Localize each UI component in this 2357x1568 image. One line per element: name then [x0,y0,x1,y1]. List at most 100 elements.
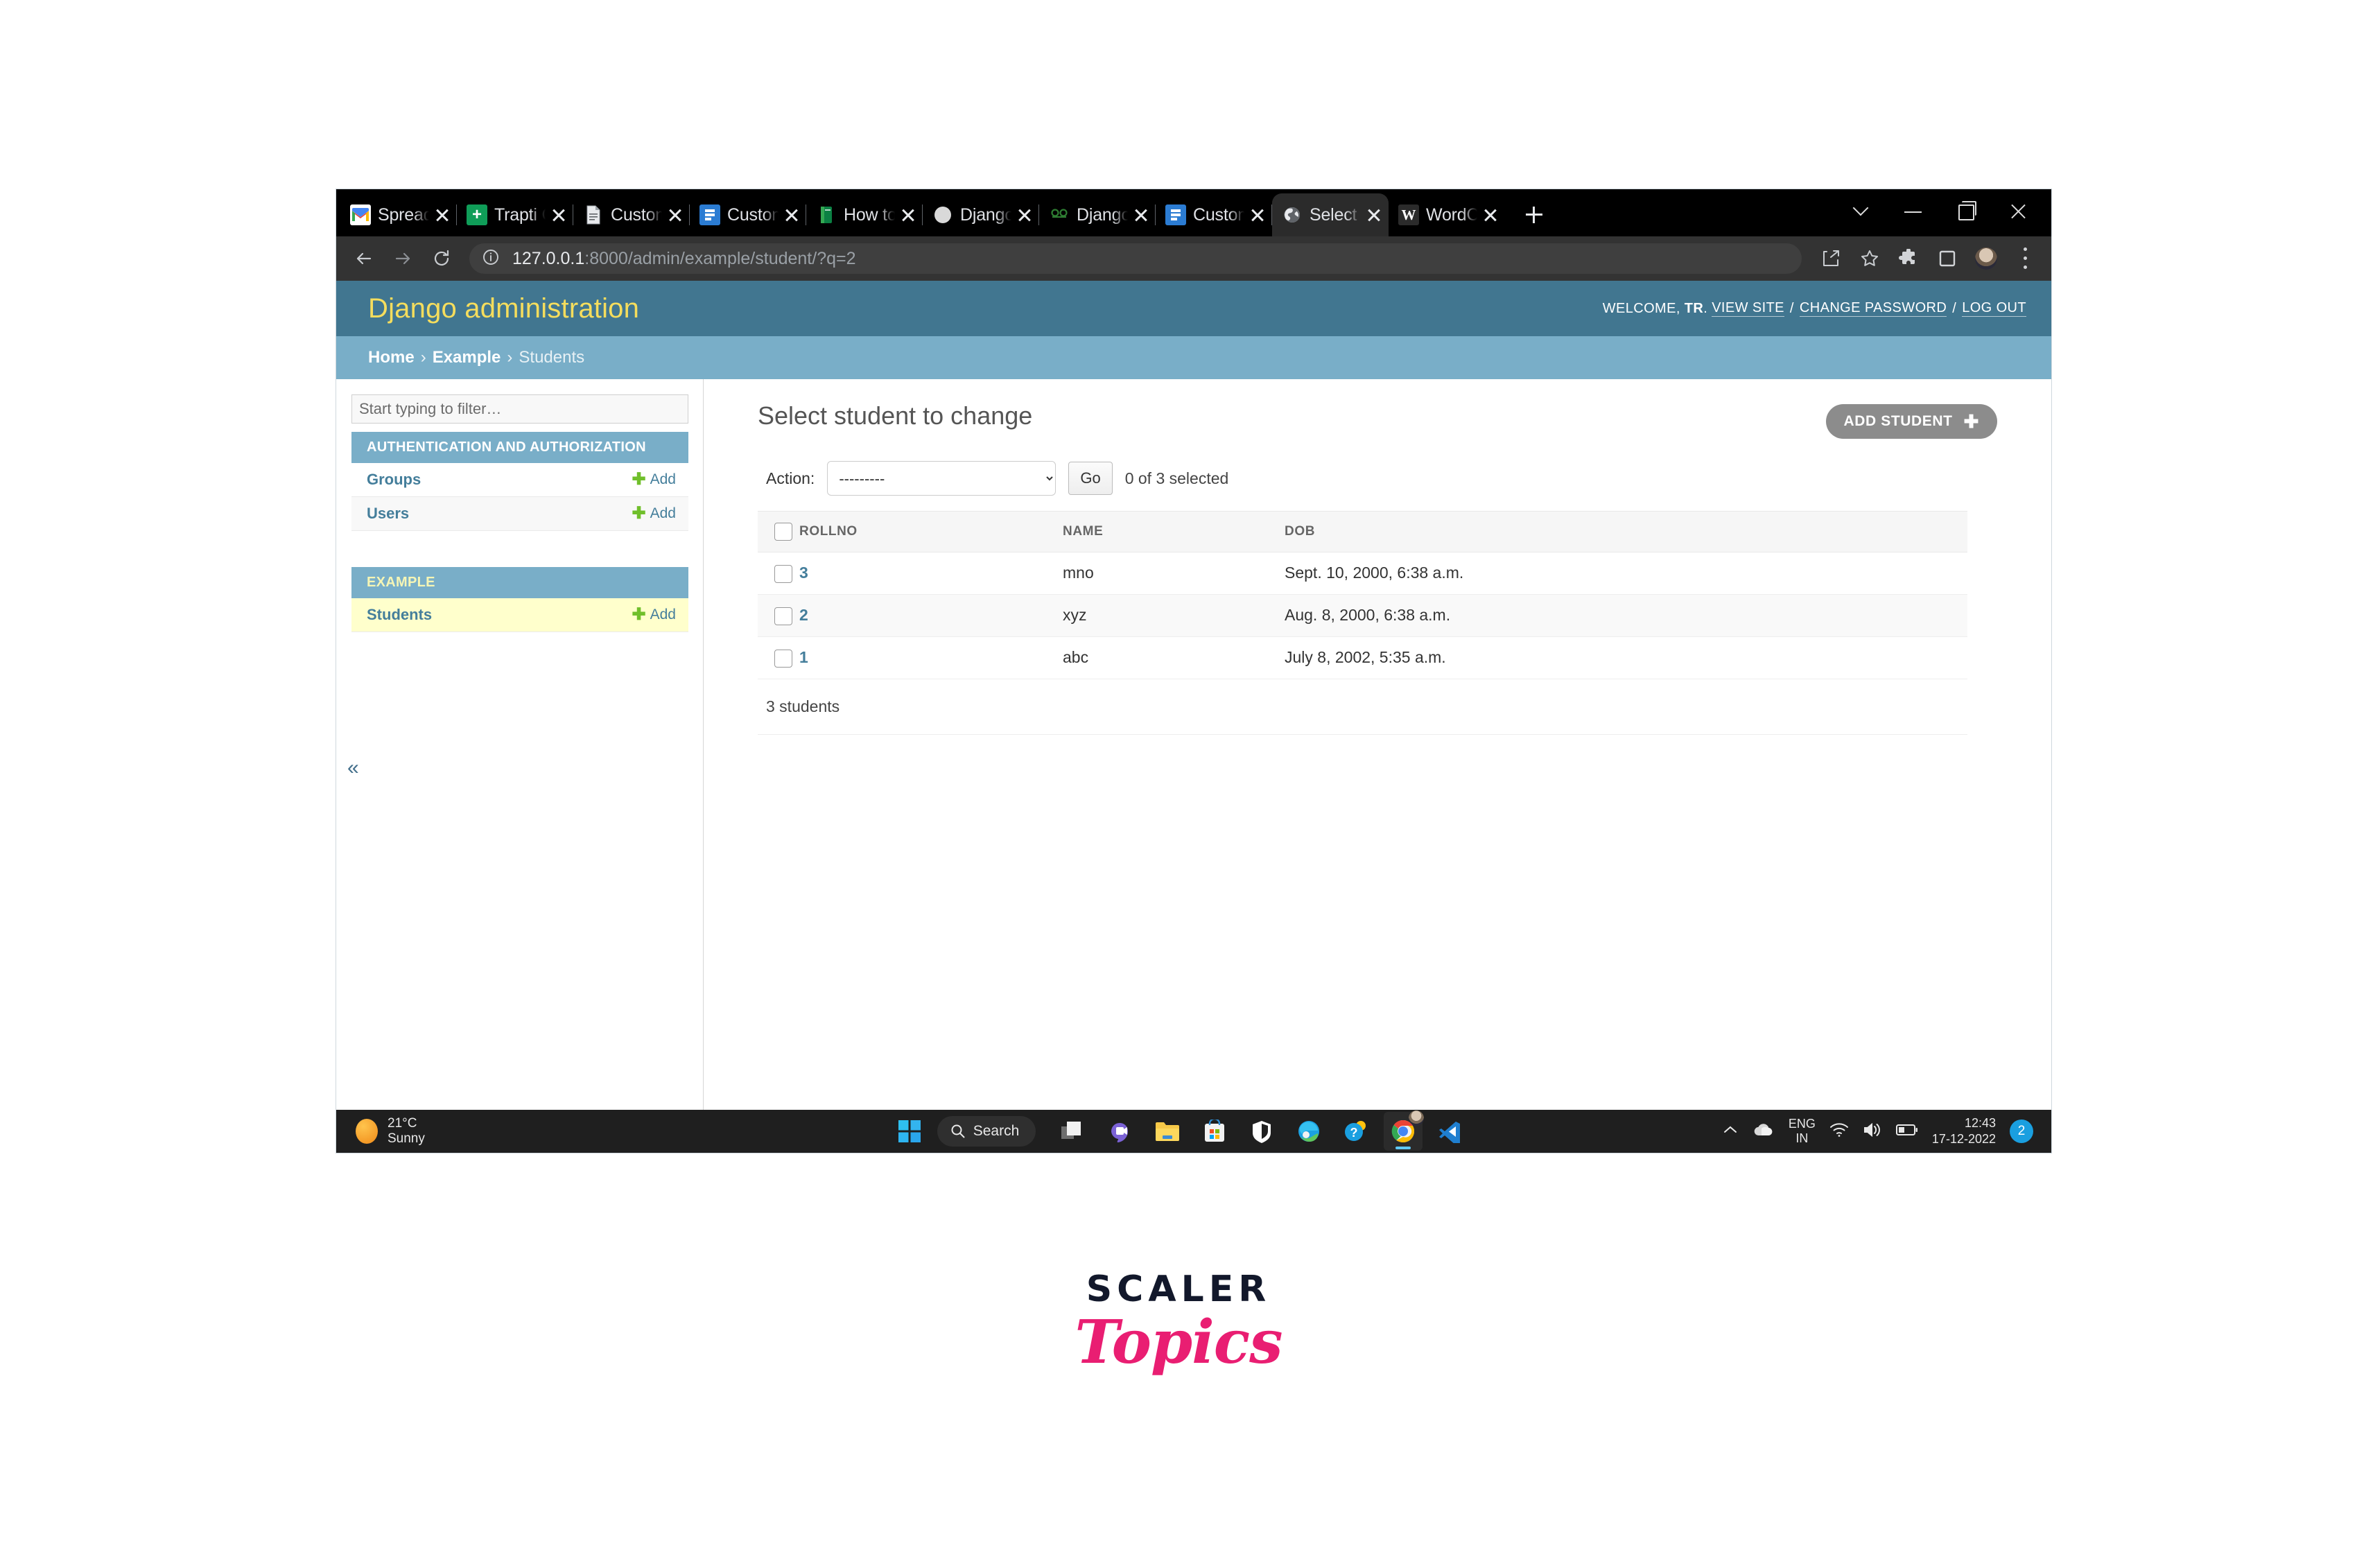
select-all-checkbox[interactable] [774,523,792,541]
change-password-link[interactable]: CHANGE PASSWORD [1799,300,1947,317]
tab-search-chevron-icon[interactable] [1834,191,1886,232]
forward-arrow-icon[interactable] [383,239,422,278]
row-checkbox[interactable] [774,564,792,583]
share-icon[interactable] [1813,241,1849,277]
column-header-name[interactable]: NAME [1063,511,1285,552]
browser-tab[interactable]: Custom [690,193,806,236]
site-branding[interactable]: Django administration [368,293,639,324]
column-header-rollno[interactable]: ROLLNO [799,511,1063,552]
add-student-button[interactable]: ADD STUDENT ✚ [1825,404,1997,439]
table-row[interactable]: 3 mno Sept. 10, 2000, 6:38 a.m. [758,552,1967,595]
browser-tab[interactable]: Django [923,193,1039,236]
add-users-link[interactable]: ✚ Add [632,505,676,522]
close-icon[interactable] [1364,204,1384,225]
browser-tab[interactable]: Custom [573,193,690,236]
model-link-students[interactable]: Students [367,606,432,624]
back-arrow-icon[interactable] [345,239,383,278]
close-icon[interactable] [1131,204,1151,225]
tab-title: Spread [378,204,429,225]
notification-badge[interactable]: 2 [2010,1120,2033,1143]
model-link-users[interactable]: Users [367,505,409,523]
bookmark-star-icon[interactable] [1852,241,1888,277]
microsoft-store-icon[interactable] [1195,1112,1234,1151]
browser-tab[interactable]: Custom [1156,193,1272,236]
tray-overflow-icon[interactable] [1722,1124,1739,1140]
browser-tab[interactable]: Spread [340,193,457,236]
add-students-link[interactable]: ✚ Add [632,607,676,623]
browser-tab[interactable]: How to [806,193,923,236]
profile-avatar[interactable] [1968,241,2004,277]
close-icon[interactable] [1247,204,1268,225]
task-view-icon[interactable] [1054,1112,1093,1151]
chrome-menu-icon[interactable] [2007,241,2043,277]
go-button[interactable]: Go [1068,462,1113,495]
browser-tab-active[interactable]: Select s [1272,193,1389,236]
row-checkbox[interactable] [774,607,792,625]
add-groups-link[interactable]: ✚ Add [632,471,676,488]
close-icon[interactable] [665,204,686,225]
onedrive-icon[interactable] [1752,1123,1775,1140]
view-site-link[interactable]: VIEW SITE [1712,300,1784,317]
column-header-dob[interactable]: DOB [1285,511,1967,552]
row-link-rollno[interactable]: 3 [799,564,808,582]
row-select-cell [758,636,799,679]
minimize-icon[interactable] [1886,191,1939,232]
word-icon: W [1398,204,1419,225]
file-explorer-icon[interactable] [1148,1112,1187,1151]
battery-icon[interactable] [1895,1124,1918,1140]
window-close-icon[interactable] [1992,191,2044,232]
django-header: Django administration WELCOME, TR. VIEW … [336,281,2051,336]
bitwarden-icon[interactable] [1242,1112,1281,1151]
table-row[interactable]: 2 xyz Aug. 8, 2000, 6:38 a.m. [758,594,1967,637]
taskbar-search[interactable]: Search [937,1116,1036,1147]
close-icon[interactable] [1480,204,1501,225]
browser-tab[interactable]: Django [1039,193,1156,236]
model-link-groups[interactable]: Groups [367,471,421,489]
close-icon[interactable] [781,204,802,225]
action-select[interactable]: --------- Delete selected students [827,461,1056,496]
browser-tab[interactable]: + Trapti C [457,193,573,236]
chrome-icon[interactable] [1384,1110,1425,1151]
log-out-link[interactable]: LOG OUT [1962,300,2026,317]
row-link-rollno[interactable]: 1 [799,648,808,666]
selection-counter: 0 of 3 selected [1124,469,1229,487]
row-link-rollno[interactable]: 2 [799,606,808,624]
taskbar-weather-widget[interactable]: 21°C Sunny [336,1116,724,1147]
browser-tab[interactable]: W WordC [1389,193,1505,236]
close-icon[interactable] [548,204,569,225]
cell-name: xyz [1063,594,1285,637]
sidebar-item-groups[interactable]: Groups ✚ Add [351,463,688,497]
help-icon[interactable]: ? [1337,1112,1375,1151]
scaler-wordmark: SCALER [1086,1269,1271,1310]
tab-title: Custom [1193,204,1244,225]
row-checkbox[interactable] [774,649,792,668]
wifi-icon[interactable] [1829,1122,1849,1141]
site-info-icon[interactable] [482,248,503,270]
app-caption[interactable]: EXAMPLE [351,567,688,598]
sidebar-filter-input[interactable] [351,394,688,424]
close-icon[interactable] [432,204,453,225]
sidebar-item-students[interactable]: Students ✚ Add [351,598,688,632]
teams-icon[interactable] [1101,1112,1140,1151]
breadcrumb-home[interactable]: Home [368,348,415,367]
maximize-icon[interactable] [1939,191,1992,232]
table-row[interactable]: 1 abc July 8, 2002, 5:35 a.m. [758,636,1967,679]
row-select-cell [758,594,799,637]
edge-icon[interactable] [1289,1112,1328,1151]
volume-icon[interactable] [1863,1122,1882,1141]
app-caption[interactable]: AUTHENTICATION AND AUTHORIZATION [351,432,688,463]
extensions-puzzle-icon[interactable] [1890,241,1927,277]
language-indicator[interactable]: ENG IN [1789,1117,1816,1145]
address-bar[interactable]: 127.0.0.1:8000/admin/example/student/?q=… [469,243,1802,274]
start-button[interactable] [890,1112,929,1151]
vscode-icon[interactable] [1431,1112,1470,1151]
sidebar-collapse-toggle[interactable]: « [347,758,359,778]
close-icon[interactable] [1014,204,1035,225]
side-panel-icon[interactable] [1929,241,1965,277]
reload-icon[interactable] [422,239,461,278]
breadcrumb-app[interactable]: Example [433,348,501,367]
clock[interactable]: 12:43 17-12-2022 [1932,1115,1996,1148]
close-icon[interactable] [898,204,919,225]
new-tab-button[interactable] [1515,195,1554,234]
sidebar-item-users[interactable]: Users ✚ Add [351,497,688,531]
